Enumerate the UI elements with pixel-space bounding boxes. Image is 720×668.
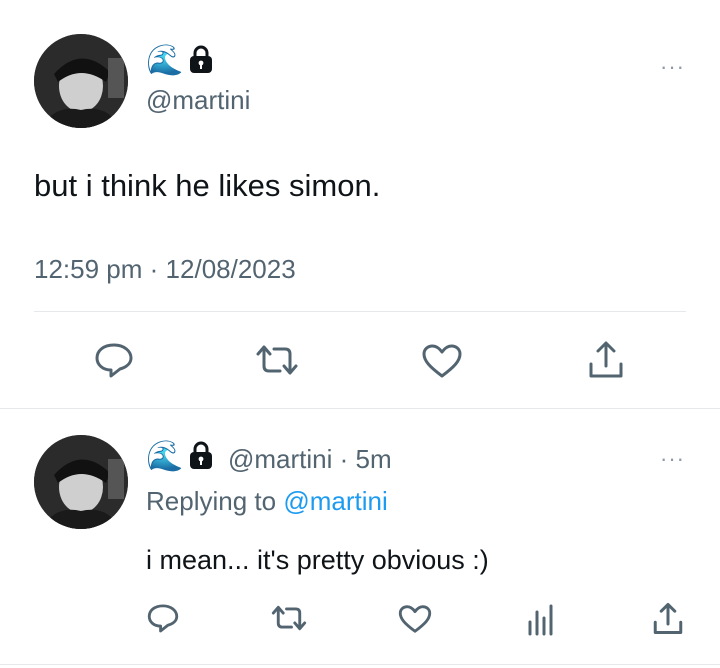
tweet-text: but i think he likes simon.: [34, 168, 381, 203]
share-icon[interactable]: [586, 338, 626, 380]
retweet-icon[interactable]: [254, 342, 300, 378]
retweet-icon[interactable]: [270, 603, 308, 633]
lock-icon: [188, 440, 214, 475]
like-icon[interactable]: [397, 603, 433, 635]
meta-dot: ·: [339, 444, 349, 474]
lock-icon: [188, 44, 214, 79]
tweet-age: 5m: [355, 444, 392, 474]
author-handle[interactable]: @martini: [228, 444, 332, 474]
wave-emoji: 🌊: [146, 440, 184, 473]
reply-icon[interactable]: [93, 340, 135, 380]
divider: [34, 311, 686, 312]
reply-meta: @martini · 5m: [228, 444, 392, 475]
divider: [0, 408, 720, 409]
more-options-icon[interactable]: ···: [660, 448, 685, 470]
timestamp: 12:59 pm · 12/08/2023: [34, 254, 296, 285]
timestamp-separator: ·: [149, 254, 159, 284]
replying-to-handle[interactable]: @martini: [283, 486, 387, 516]
like-icon[interactable]: [420, 342, 464, 380]
replying-to: Replying to @martini: [146, 486, 388, 517]
wave-emoji: 🌊: [146, 44, 184, 77]
more-options-icon[interactable]: ···: [660, 56, 685, 78]
replying-to-label: Replying to: [146, 486, 277, 516]
reply-icon[interactable]: [146, 601, 180, 635]
author-handle[interactable]: @martini: [146, 85, 250, 116]
timestamp-time: 12:59 pm: [34, 254, 143, 284]
divider: [0, 664, 720, 665]
timestamp-date: 12/08/2023: [165, 254, 296, 284]
share-icon[interactable]: [651, 600, 685, 636]
avatar[interactable]: [34, 435, 128, 529]
reply-text: i mean... it's pretty obvious :): [146, 545, 489, 575]
analytics-icon[interactable]: [526, 602, 556, 636]
avatar[interactable]: [34, 34, 128, 128]
